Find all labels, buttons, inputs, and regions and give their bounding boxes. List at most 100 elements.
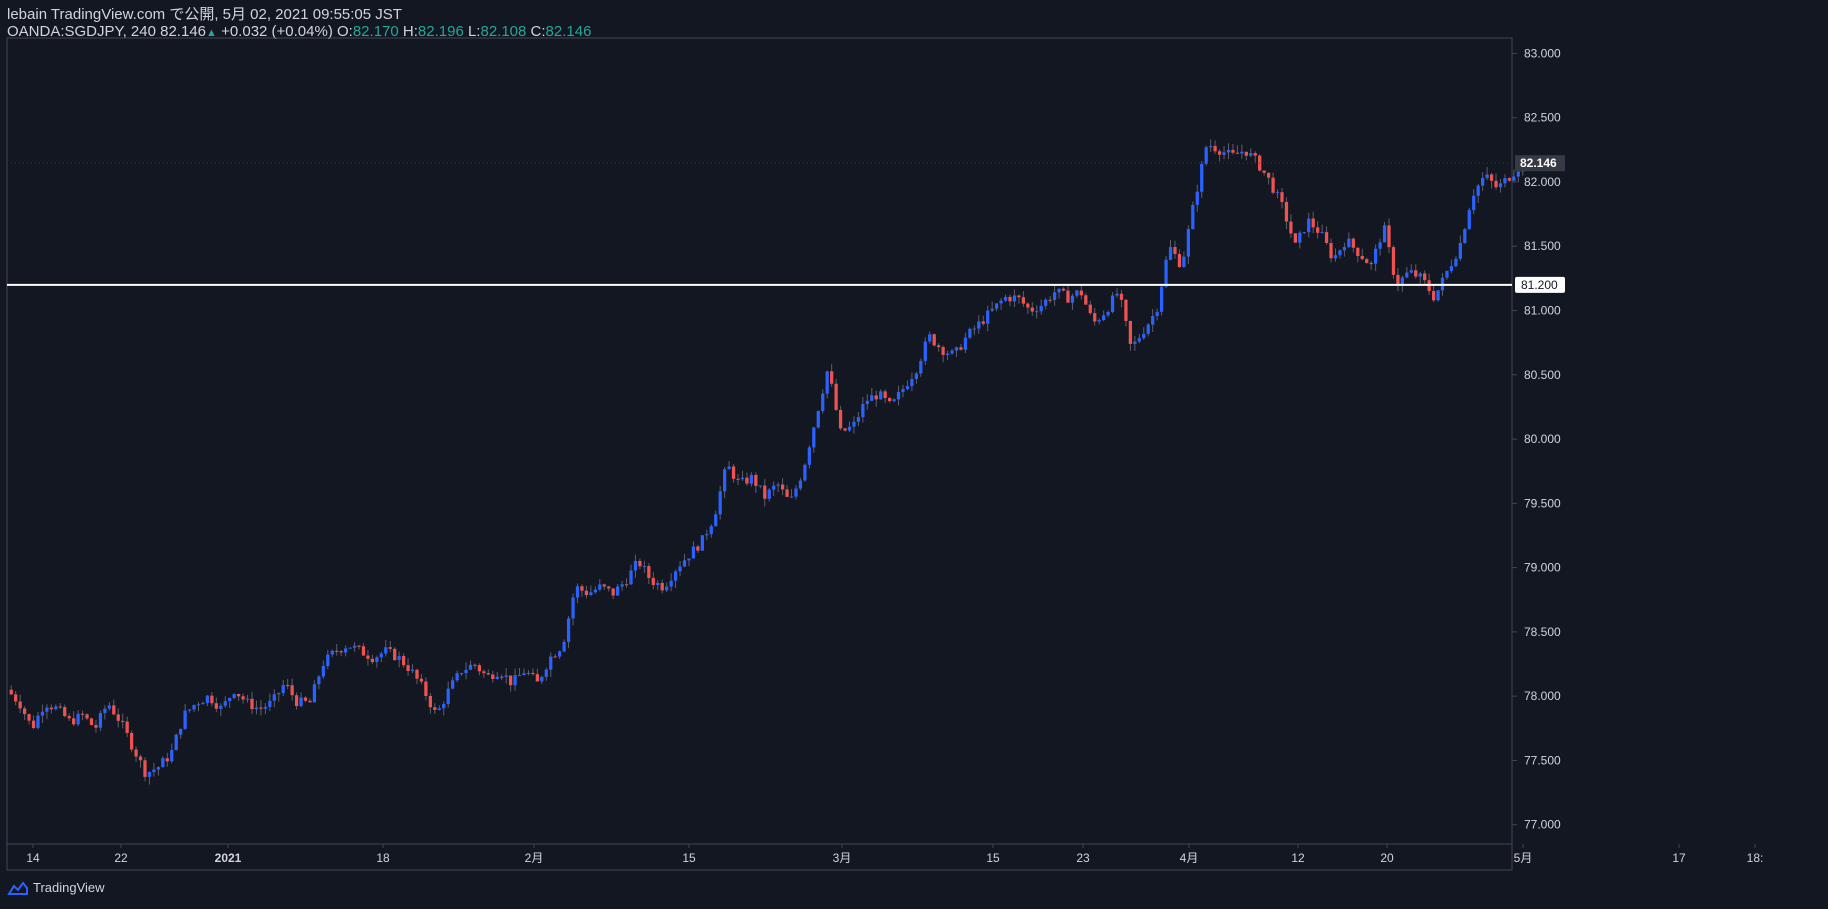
candle-body: [1262, 170, 1266, 173]
candle-body: [740, 477, 745, 480]
candle-body: [103, 708, 107, 714]
candle-body: [89, 718, 94, 726]
candle-body: [165, 758, 169, 762]
candle-body: [1271, 177, 1275, 193]
candle-body: [526, 672, 531, 674]
candle-body: [31, 720, 36, 729]
candle-body: [696, 546, 700, 551]
candle-body: [673, 571, 678, 581]
x-tick-label: 17: [1672, 851, 1686, 865]
candle-body: [241, 696, 245, 700]
candle-body: [281, 685, 285, 694]
candle-body: [531, 672, 535, 675]
current-price-label: 82.146: [1520, 156, 1557, 170]
candle-body: [210, 695, 214, 704]
candle-body: [22, 708, 27, 715]
candle-body: [1374, 248, 1378, 264]
candle-body: [999, 300, 1003, 304]
candle-body: [941, 347, 945, 355]
candle-body: [1485, 174, 1489, 179]
candle-body: [1052, 292, 1057, 300]
candle-body: [1382, 225, 1387, 243]
candle-body: [1137, 338, 1141, 342]
candle-body: [1186, 229, 1190, 257]
candle-body: [513, 675, 517, 686]
candle-body: [410, 669, 415, 671]
y-tick-label: 80.000: [1524, 432, 1561, 446]
candle-body: [1231, 149, 1235, 153]
candle-body: [656, 582, 660, 586]
candle-body: [98, 713, 103, 728]
candle-body: [914, 373, 918, 379]
candle-body: [736, 478, 740, 480]
candle-body: [1075, 290, 1079, 296]
candle-body: [1324, 232, 1329, 243]
candle-body: [1307, 218, 1311, 233]
candle-body: [49, 707, 53, 710]
candle-body: [1489, 174, 1494, 181]
candle-body: [80, 713, 85, 715]
candle-body: [861, 403, 865, 418]
candle-body: [1168, 247, 1173, 260]
candle-body: [834, 383, 838, 410]
candle-body: [1316, 227, 1320, 233]
tradingview-logo[interactable]: TradingView: [7, 880, 105, 895]
candle-body: [1387, 225, 1391, 248]
candle-body: [486, 673, 490, 675]
candle-body: [344, 648, 348, 653]
candle-body: [187, 709, 192, 711]
candle-body: [495, 676, 499, 680]
candle-body: [928, 334, 932, 342]
candle-body: [1209, 146, 1213, 148]
candle-body: [874, 395, 878, 400]
candle-body: [508, 675, 513, 686]
candle-body: [1195, 191, 1199, 205]
candle-body: [883, 391, 887, 398]
candle-body: [1151, 316, 1155, 325]
candle-body: [1102, 315, 1106, 321]
candle-body: [1012, 295, 1017, 302]
candle-body: [691, 546, 696, 559]
candle-body: [963, 337, 968, 350]
candle-body: [727, 466, 731, 470]
candle-body: [794, 488, 798, 497]
candle-body: [1249, 153, 1253, 156]
candle-body: [968, 328, 972, 338]
candle-body: [959, 347, 963, 350]
candle-body: [620, 584, 624, 587]
candle-body: [758, 485, 762, 487]
candle-body: [1226, 149, 1231, 153]
candle-body: [1342, 247, 1347, 251]
candle-body: [589, 592, 593, 596]
candle-body: [245, 698, 250, 700]
candle-body: [174, 734, 178, 751]
candle-body: [1066, 290, 1070, 303]
candle-body: [705, 534, 709, 536]
candle-body: [562, 641, 566, 652]
candle-body: [143, 760, 147, 777]
candle-body: [1200, 163, 1204, 192]
candle-body: [638, 560, 642, 567]
candle-body: [1182, 256, 1186, 267]
candle-body: [1204, 147, 1208, 164]
candle-body: [223, 701, 227, 706]
x-tick-label: 14: [26, 851, 40, 865]
candle-body: [843, 428, 847, 431]
candle-body: [1146, 324, 1150, 334]
candle-body: [932, 334, 936, 346]
candle-body: [228, 697, 232, 702]
candle-body: [1458, 242, 1462, 259]
candle-body: [910, 378, 914, 387]
candle-body: [357, 645, 361, 647]
candle-body: [1266, 172, 1271, 178]
candle-body: [1391, 247, 1396, 275]
price-chart[interactable]: 83.000 82.500 82.000 81.500 81.000 80.500 80.0…: [0, 0, 1828, 909]
candle-body: [1449, 266, 1454, 272]
candle-body: [428, 695, 432, 708]
candle-body: [1177, 254, 1182, 267]
candle-body: [1035, 311, 1039, 313]
candle-body: [1284, 201, 1289, 222]
candle-body: [1235, 152, 1240, 154]
candle-body: [1097, 320, 1101, 322]
candle-body: [161, 758, 165, 768]
